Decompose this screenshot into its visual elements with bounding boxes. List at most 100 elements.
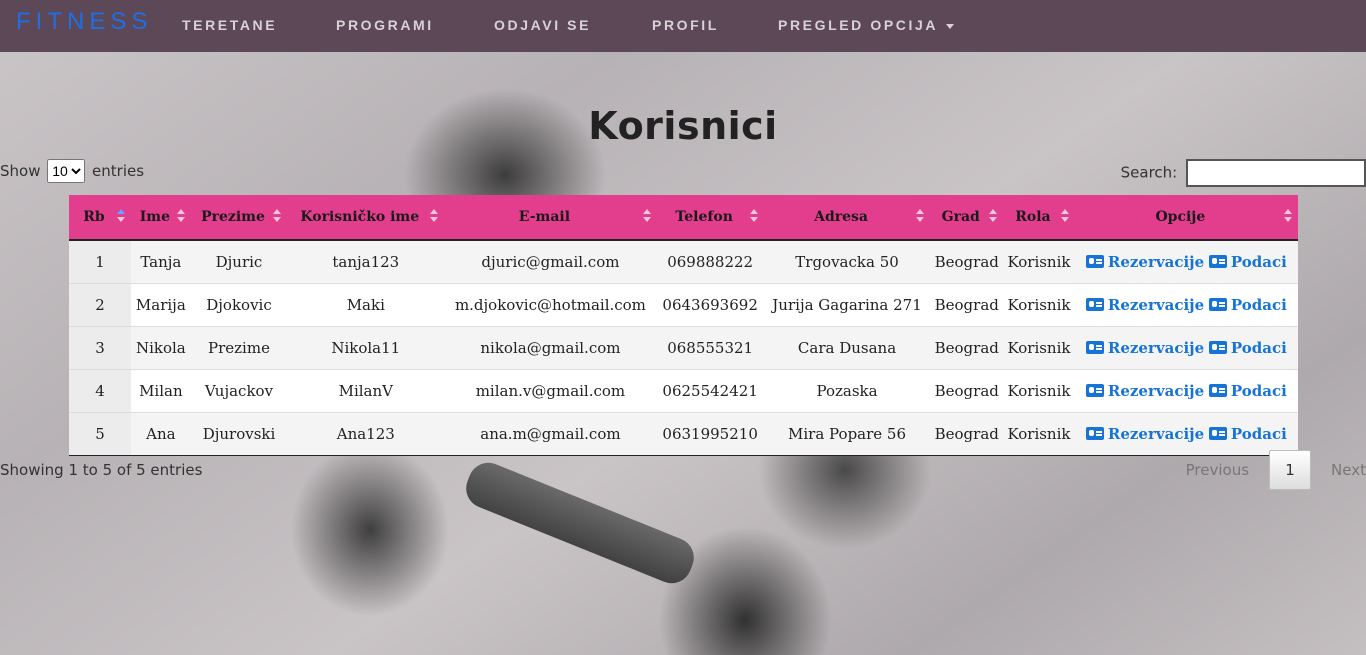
cell-rb: 5 (69, 412, 131, 456)
col-prezime[interactable]: Prezime (190, 195, 288, 241)
cell-adresa: Jurija Gagarina 271 (763, 283, 931, 327)
cell-opcije: Rezervacije Podaci (1074, 239, 1298, 284)
cell-email: djuric@gmail.com (444, 239, 657, 284)
previous-button[interactable]: Previous (1186, 461, 1249, 479)
entries-select[interactable]: 10 (47, 159, 86, 183)
cell-telefon: 069888222 (656, 239, 764, 284)
cell-email: m.djokovic@hotmail.com (444, 283, 657, 327)
cell-grad: Beograd (930, 326, 1004, 370)
nav-teretane[interactable]: TERETANE (182, 17, 277, 33)
cell-email: nikola@gmail.com (444, 326, 657, 370)
nav-pregled-opcija[interactable]: PREGLED OPCIJA (778, 17, 955, 33)
id-card-icon (1085, 384, 1104, 397)
cell-prezime: Djokovic (190, 283, 288, 327)
cell-prezime: Djuric (190, 239, 288, 284)
cell-rb: 4 (69, 369, 131, 413)
podaci-label: Podaci (1230, 382, 1287, 400)
cell-telefon: 0631995210 (656, 412, 764, 456)
table-info: Showing 1 to 5 of 5 entries (0, 461, 203, 479)
caret-down-icon (946, 23, 955, 29)
id-card-icon (1208, 255, 1227, 268)
rezervacije-label: Rezervacije (1107, 253, 1205, 271)
nav-programi[interactable]: PROGRAMI (336, 17, 434, 33)
cell-rola: Korisnik (1003, 239, 1075, 284)
cell-telefon: 0625542421 (656, 369, 764, 413)
cell-rola: Korisnik (1003, 369, 1075, 413)
id-card-icon (1085, 427, 1104, 440)
col-email-label: E-mail (518, 209, 571, 225)
cell-prezime: Djurovski (190, 412, 288, 456)
cell-ime: Tanja (131, 239, 191, 284)
id-card-icon (1208, 341, 1227, 354)
col-adresa[interactable]: Adresa (763, 195, 931, 241)
id-card-icon (1208, 384, 1227, 397)
col-rola-label: Rola (1015, 209, 1051, 225)
col-rb[interactable]: Rb (69, 195, 131, 241)
cell-grad: Beograd (930, 239, 1004, 284)
cell-telefon: 068555321 (656, 326, 764, 370)
cell-rb: 3 (69, 326, 131, 370)
podaci-link[interactable]: Podaci (1208, 425, 1287, 443)
users-table: Rb Ime Prezime Korisničko ime E-mail Tel… (69, 195, 1298, 456)
cell-opcije: Rezervacije Podaci (1074, 369, 1298, 413)
id-card-icon (1208, 427, 1227, 440)
col-grad[interactable]: Grad (930, 195, 1004, 241)
cell-adresa: Cara Dusana (763, 326, 931, 370)
cell-rb: 2 (69, 283, 131, 327)
id-card-icon (1085, 255, 1104, 268)
cell-adresa: Trgovacka 50 (763, 239, 931, 284)
cell-ime: Marija (131, 283, 191, 327)
podaci-link[interactable]: Podaci (1208, 339, 1287, 357)
cell-prezime: Vujackov (190, 369, 288, 413)
col-telefon[interactable]: Telefon (656, 195, 764, 241)
rezervacije-label: Rezervacije (1107, 296, 1205, 314)
col-opcije[interactable]: Opcije (1074, 195, 1298, 241)
cell-korisnicko-ime: Nikola11 (287, 326, 445, 370)
rezervacije-link[interactable]: Rezervacije (1085, 296, 1205, 314)
col-email[interactable]: E-mail (444, 195, 657, 241)
rezervacije-label: Rezervacije (1107, 382, 1205, 400)
brand-logo[interactable]: FITNESS (16, 8, 152, 36)
col-rb-label: Rb (83, 209, 105, 225)
cell-email: milan.v@gmail.com (444, 369, 657, 413)
nav-odjavi-se[interactable]: ODJAVI SE (494, 17, 591, 33)
cell-rola: Korisnik (1003, 326, 1075, 370)
col-ime[interactable]: Ime (131, 195, 191, 241)
navbar: FITNESS TERETANE PROGRAMI ODJAVI SE PROF… (0, 0, 1366, 52)
podaci-label: Podaci (1230, 425, 1287, 443)
col-adresa-label: Adresa (814, 209, 868, 225)
rezervacije-link[interactable]: Rezervacije (1085, 425, 1205, 443)
nav-profil[interactable]: PROFIL (652, 17, 719, 33)
cell-rola: Korisnik (1003, 412, 1075, 456)
page-1-button[interactable]: 1 (1269, 450, 1312, 490)
table-row: 3 Nikola Prezime Nikola11 nikola@gmail.c… (69, 326, 1298, 370)
rezervacije-label: Rezervacije (1107, 339, 1205, 357)
next-button[interactable]: Next (1331, 461, 1366, 479)
page-title: Korisnici (0, 104, 1366, 148)
cell-grad: Beograd (930, 412, 1004, 456)
table-row: 1 Tanja Djuric tanja123 djuric@gmail.com… (69, 239, 1298, 284)
rezervacije-label: Rezervacije (1107, 425, 1205, 443)
cell-email: ana.m@gmail.com (444, 412, 657, 456)
col-rola[interactable]: Rola (1003, 195, 1075, 241)
podaci-link[interactable]: Podaci (1208, 382, 1287, 400)
col-ime-label: Ime (139, 209, 170, 225)
pagination: Previous 1 Next (1186, 450, 1366, 490)
rezervacije-link[interactable]: Rezervacije (1085, 339, 1205, 357)
podaci-link[interactable]: Podaci (1208, 296, 1287, 314)
podaci-link[interactable]: Podaci (1208, 253, 1287, 271)
col-korisnicko-ime[interactable]: Korisničko ime (287, 195, 445, 241)
nav-pregled-opcija-label: PREGLED OPCIJA (778, 17, 939, 33)
show-label: Show (0, 162, 41, 180)
cell-ime: Ana (131, 412, 191, 456)
cell-prezime: Prezime (190, 326, 288, 370)
podaci-label: Podaci (1230, 339, 1287, 357)
podaci-label: Podaci (1230, 253, 1287, 271)
col-telefon-label: Telefon (675, 209, 733, 225)
search-control: Search: (1121, 159, 1366, 187)
cell-ime: Milan (131, 369, 191, 413)
cell-korisnicko-ime: MilanV (287, 369, 445, 413)
rezervacije-link[interactable]: Rezervacije (1085, 253, 1205, 271)
rezervacije-link[interactable]: Rezervacije (1085, 382, 1205, 400)
search-input[interactable] (1186, 159, 1366, 187)
